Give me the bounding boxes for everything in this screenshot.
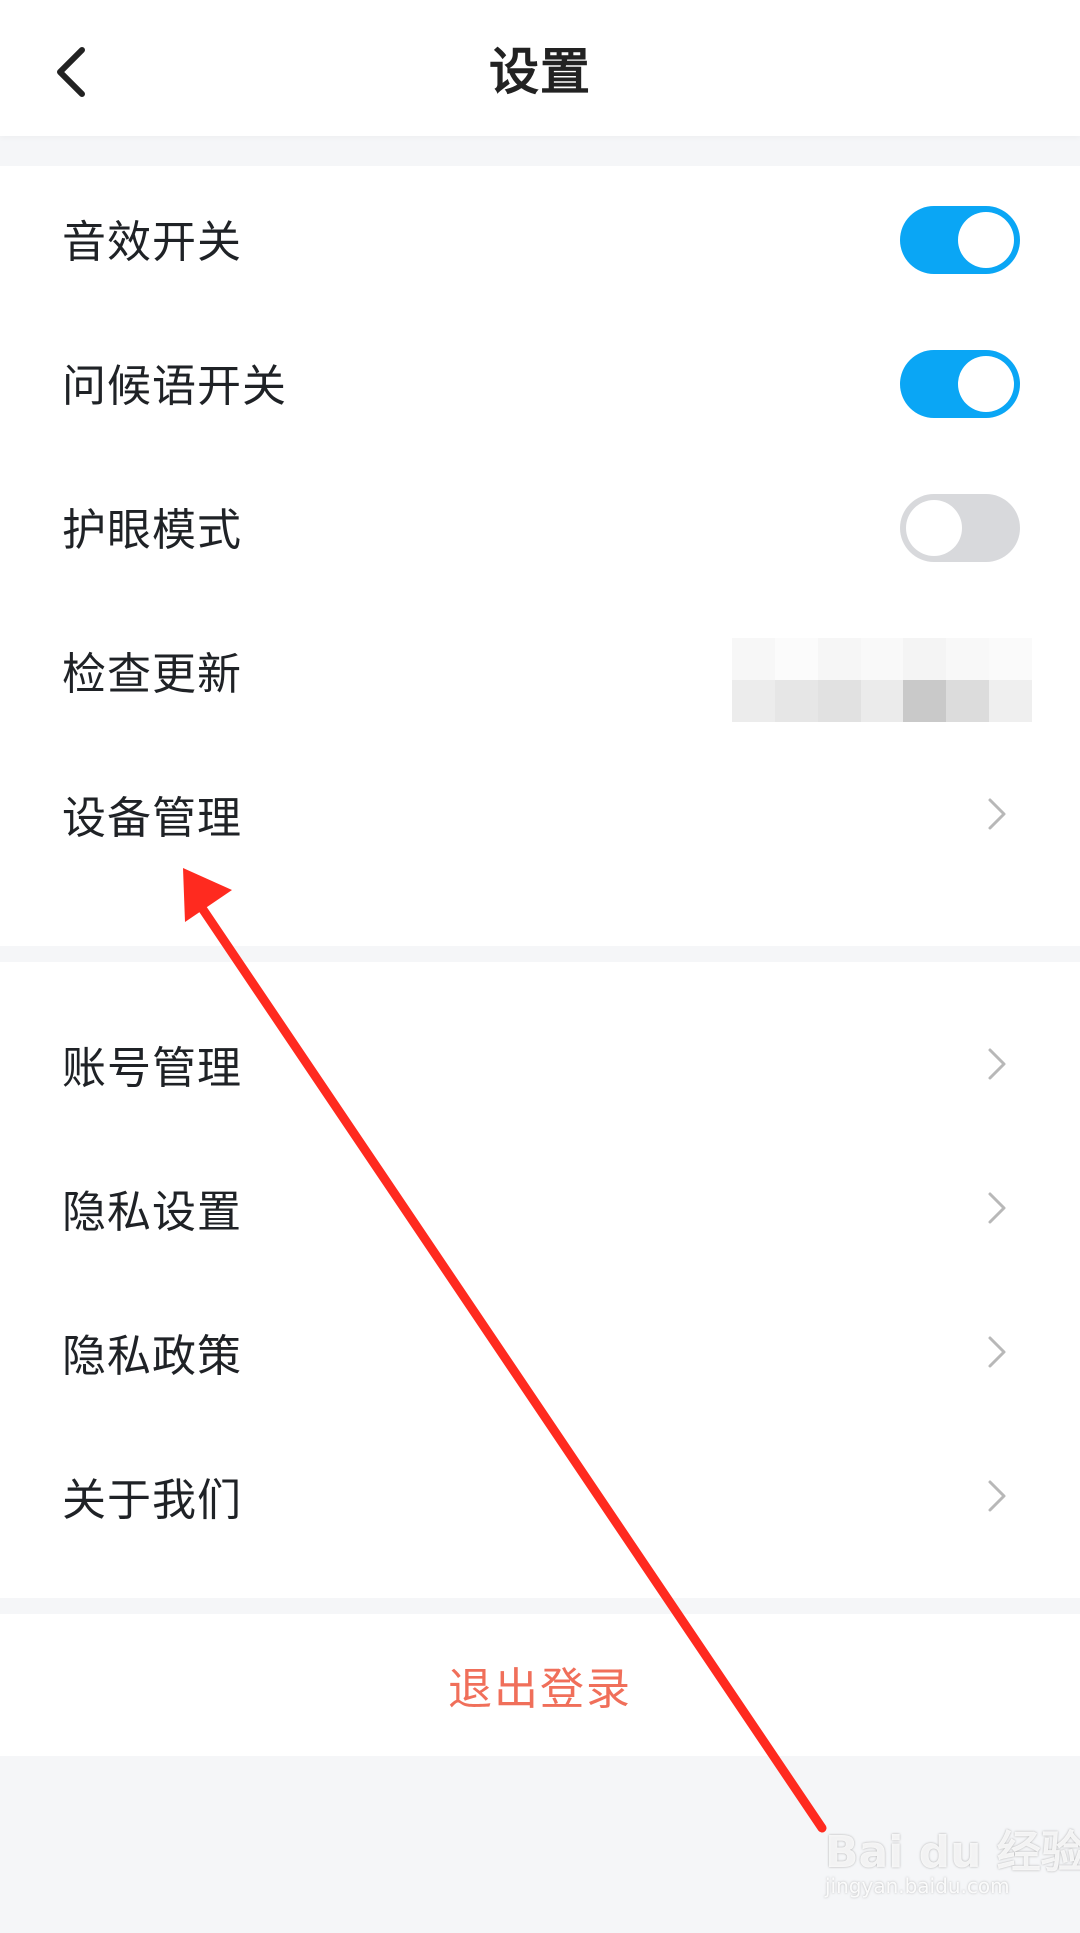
watermark-brand: Bai du 经验	[825, 1827, 1080, 1878]
row-account-management[interactable]: 账号管理	[0, 992, 1080, 1136]
row-greeting: 问候语开关	[0, 310, 1080, 454]
row-label: 护眼模式	[62, 505, 242, 556]
page-title: 设置	[489, 43, 591, 101]
row-privacy-policy[interactable]: 隐私政策	[0, 1280, 1080, 1424]
toggle-knob	[906, 500, 962, 556]
sound-effects-toggle[interactable]	[900, 206, 1020, 274]
chevron-right-icon	[988, 1192, 1006, 1224]
toggle-knob	[958, 356, 1014, 412]
chevron-right-icon	[988, 1480, 1006, 1512]
version-redacted	[732, 638, 1032, 722]
row-label: 检查更新	[62, 649, 242, 700]
row-label: 音效开关	[62, 217, 242, 268]
settings-group-2: 账号管理 隐私设置 隐私政策 关于我们	[0, 962, 1080, 1598]
row-label: 账号管理	[62, 1043, 242, 1094]
row-sound-effects: 音效开关	[0, 166, 1080, 310]
logout-button[interactable]: 退出登录	[448, 1653, 632, 1717]
chevron-right-icon	[988, 798, 1006, 830]
back-button[interactable]	[42, 32, 102, 112]
row-check-update[interactable]: 检查更新	[0, 598, 1080, 742]
row-about-us[interactable]: 关于我们	[0, 1424, 1080, 1568]
eye-care-toggle[interactable]	[900, 494, 1020, 562]
row-label: 设备管理	[62, 793, 242, 844]
watermark-logo: Bai du 经验 jingyan.baidu.com	[825, 1816, 1080, 1916]
back-chevron-icon	[57, 47, 85, 97]
row-label: 隐私设置	[62, 1187, 242, 1238]
chevron-right-icon	[988, 1048, 1006, 1080]
row-privacy-settings[interactable]: 隐私设置	[0, 1136, 1080, 1280]
settings-group-1: 音效开关 问候语开关 护眼模式 检查更新 设备管理	[0, 166, 1080, 946]
watermark-url: jingyan.baidu.com	[825, 1874, 1010, 1898]
row-label: 问候语开关	[62, 361, 287, 412]
row-eye-care: 护眼模式	[0, 454, 1080, 598]
greeting-toggle[interactable]	[900, 350, 1020, 418]
toggle-knob	[958, 212, 1014, 268]
top-bar: 设置	[0, 0, 1080, 136]
row-label: 隐私政策	[62, 1331, 242, 1382]
row-label: 关于我们	[62, 1475, 242, 1526]
row-device-management[interactable]: 设备管理	[0, 742, 1080, 886]
chevron-right-icon	[988, 1336, 1006, 1368]
logout-section: 退出登录	[0, 1614, 1080, 1756]
